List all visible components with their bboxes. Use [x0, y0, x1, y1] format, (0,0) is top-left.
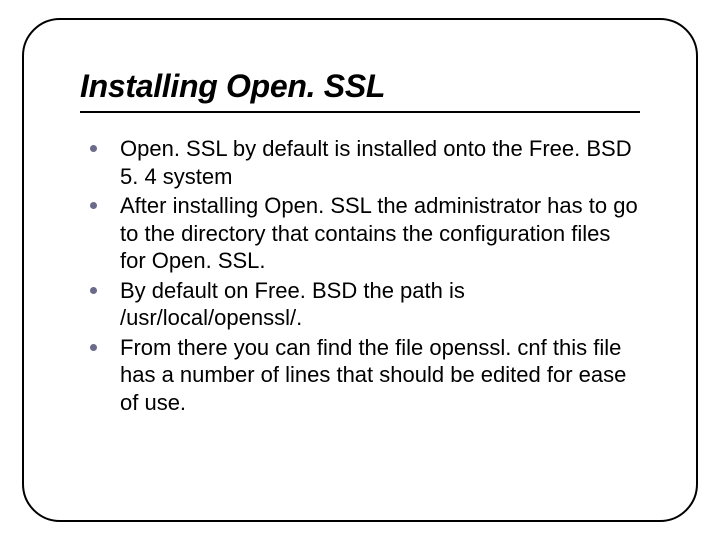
- list-item: Open. SSL by default is installed onto t…: [86, 135, 640, 190]
- title-underline: [80, 111, 640, 113]
- slide-title: Installing Open. SSL: [80, 68, 640, 105]
- list-item: From there you can find the file openssl…: [86, 334, 640, 417]
- slide-frame: Installing Open. SSL Open. SSL by defaul…: [22, 18, 698, 522]
- bullet-list: Open. SSL by default is installed onto t…: [80, 135, 640, 416]
- list-item: By default on Free. BSD the path is /usr…: [86, 277, 640, 332]
- list-item: After installing Open. SSL the administr…: [86, 192, 640, 275]
